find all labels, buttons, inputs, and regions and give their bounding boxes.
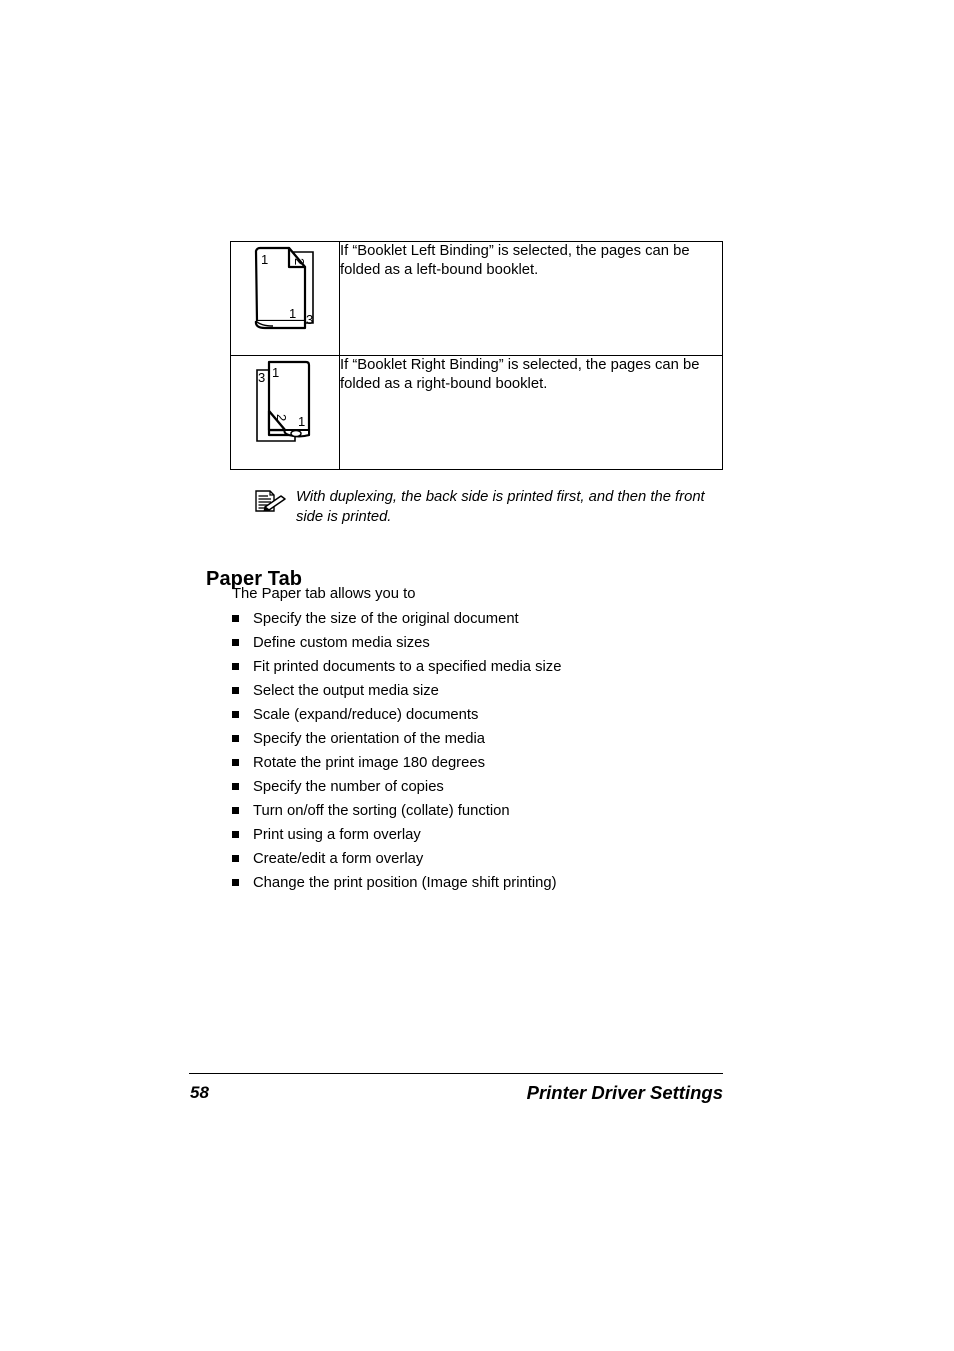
list-item-label: Specify the orientation of the media [253, 731, 485, 747]
booklet-left-binding-illustration: 1 2 1 3 [254, 246, 314, 330]
list-item-label: Specify the number of copies [253, 779, 444, 795]
section-intro: The Paper tab allows you to [232, 586, 416, 602]
svg-text:1: 1 [289, 306, 296, 321]
list-item: Rotate the print image 180 degrees [232, 753, 732, 777]
bullet-square-icon [232, 807, 239, 814]
booklet-left-binding-description: If “Booklet Left Binding” is selected, t… [339, 241, 723, 356]
bullet-square-icon [232, 711, 239, 718]
note-pencil-icon [255, 490, 286, 512]
list-item: Change the print position (Image shift p… [232, 873, 732, 897]
list-item: Specify the orientation of the media [232, 729, 732, 753]
svg-text:2: 2 [274, 414, 289, 421]
list-item-label: Print using a form overlay [253, 827, 421, 843]
list-item: Fit printed documents to a specified med… [232, 657, 732, 681]
table-row: 1 2 1 3 If “Booklet Left Binding” is sel… [230, 241, 723, 356]
list-item-label: Define custom media sizes [253, 635, 430, 651]
booklet-left-binding-illustration-cell: 1 2 1 3 [230, 241, 340, 356]
booklet-right-binding-illustration-cell: 3 1 2 1 [230, 355, 340, 470]
list-item: Define custom media sizes [232, 633, 732, 657]
svg-text:1: 1 [272, 365, 279, 380]
list-item: Create/edit a form overlay [232, 849, 732, 873]
bullet-square-icon [232, 759, 239, 766]
list-item: Turn on/off the sorting (collate) functi… [232, 801, 732, 825]
list-item-label: Select the output media size [253, 683, 439, 699]
note-block: With duplexing, the back side is printed… [254, 488, 724, 527]
svg-text:3: 3 [306, 312, 313, 327]
list-item: Specify the size of the original documen… [232, 609, 732, 633]
svg-text:1: 1 [261, 252, 268, 267]
list-item-label: Create/edit a form overlay [253, 851, 424, 867]
booklet-right-binding-illustration: 3 1 2 1 [256, 360, 311, 442]
bullet-square-icon [232, 615, 239, 622]
bullet-square-icon [232, 855, 239, 862]
note-text: With duplexing, the back side is printed… [296, 489, 705, 525]
list-item-label: Rotate the print image 180 degrees [253, 755, 485, 771]
svg-text:1: 1 [298, 414, 305, 429]
bullet-square-icon [232, 663, 239, 670]
list-item: Select the output media size [232, 681, 732, 705]
list-item-label: Change the print position (Image shift p… [253, 875, 557, 891]
booklet-binding-table: 1 2 1 3 If “Booklet Left Binding” is sel… [230, 241, 723, 470]
bullet-square-icon [232, 783, 239, 790]
list-item: Scale (expand/reduce) documents [232, 705, 732, 729]
footer-divider [189, 1073, 723, 1074]
list-item-label: Turn on/off the sorting (collate) functi… [253, 803, 510, 819]
list-item-label: Scale (expand/reduce) documents [253, 707, 479, 723]
table-row: 3 1 2 1 If “Booklet Right Binding” is se… [230, 355, 723, 470]
bullet-square-icon [232, 831, 239, 838]
page-number: 58 [190, 1083, 209, 1102]
svg-text:2: 2 [292, 258, 307, 265]
paper-tab-feature-list: Specify the size of the original documen… [232, 609, 732, 897]
bullet-square-icon [232, 687, 239, 694]
footer-title: Printer Driver Settings [526, 1082, 723, 1103]
list-item: Print using a form overlay [232, 825, 732, 849]
list-item-label: Fit printed documents to a specified med… [253, 659, 562, 675]
list-item-label: Specify the size of the original documen… [253, 611, 519, 627]
svg-text:3: 3 [258, 370, 265, 385]
booklet-right-binding-description: If “Booklet Right Binding” is selected, … [339, 355, 723, 470]
bullet-square-icon [232, 735, 239, 742]
list-item: Specify the number of copies [232, 777, 732, 801]
bullet-square-icon [232, 639, 239, 646]
bullet-square-icon [232, 879, 239, 886]
